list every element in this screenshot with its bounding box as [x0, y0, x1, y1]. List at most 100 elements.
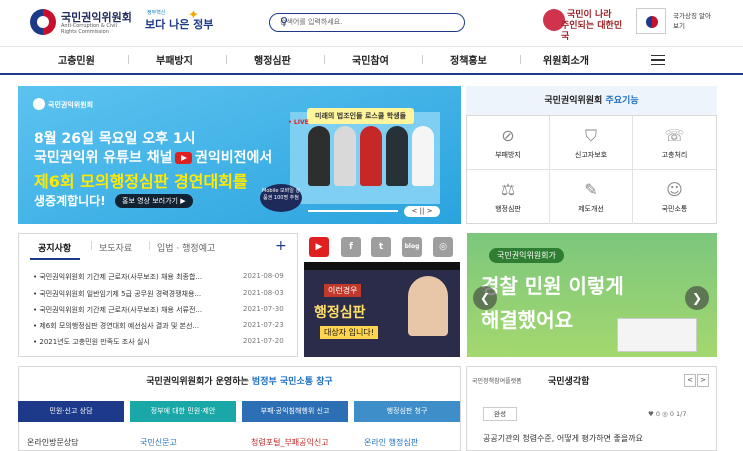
channel-report-button[interactable]: 부패·공익침해행위 신고	[242, 401, 348, 422]
notice-date: 2021-08-03	[243, 289, 284, 297]
mobile-voucher-badge: Mobile 모바일 상품권 100명 추첨	[260, 184, 302, 212]
banner-line2b: 권익비전에서	[195, 150, 273, 166]
facebook-icon[interactable]: f	[341, 237, 361, 257]
channel-consult-button[interactable]: 민원·신고 상담	[18, 401, 124, 422]
instagram-icon[interactable]: ◎	[433, 237, 453, 257]
edit-doc-icon: ✎	[584, 180, 598, 199]
next-page-icon[interactable]: >	[697, 374, 709, 387]
nav-item-about[interactable]: 위원회소개	[543, 52, 589, 67]
online-appeal-link[interactable]: 온라인 행정심판	[364, 437, 418, 448]
notice-title: 국민권익위원회 기간제 근로자(사무보조) 채용 서류전...	[39, 306, 203, 314]
function-label: 제도개선	[578, 205, 604, 213]
logo-subtitle: Anti-Corruption & Civil Rights Commissio…	[61, 23, 117, 35]
function-admin-appeal[interactable]: ⚖ 행정심판	[467, 170, 550, 224]
banner-line3: 제6회 모의행정심판 경연대회를	[34, 172, 248, 191]
video-caption-2: 행정심판	[314, 305, 366, 321]
rbanner-line2: 해결했어요	[481, 308, 573, 332]
rbanner-tag: 국민권익위원회가	[489, 248, 564, 263]
notice-date: 2021-07-23	[243, 321, 284, 329]
tab-press[interactable]: 보도자료	[99, 241, 132, 254]
tab-legislation[interactable]: 입법 · 행정예고	[157, 241, 215, 254]
no-corruption-icon: ⊘	[501, 126, 515, 145]
nav-divider	[520, 55, 521, 64]
main-functions-title: 국민권익위원회 주요기능	[466, 86, 717, 116]
blog-icon[interactable]: blog	[402, 237, 422, 257]
gov-slogan[interactable]: 보다 나은 정부	[145, 16, 213, 32]
nav-divider	[128, 55, 129, 64]
commission-logo-icon[interactable]	[30, 9, 56, 35]
sparkle-icon: ✦	[188, 8, 199, 23]
menu-icon[interactable]	[651, 55, 665, 65]
prev-page-icon[interactable]: <	[684, 374, 696, 387]
function-communication[interactable]: ☺ 국민소통	[633, 170, 716, 224]
functions-title-accent: 주요기능	[605, 96, 639, 106]
notice-row[interactable]: • 2021년도 고충민원 만족도 조사 실시	[33, 337, 233, 347]
search-input[interactable]: 검색어를 입력하세요. ⚲	[269, 13, 465, 32]
twitter-icon[interactable]: t	[371, 237, 391, 257]
notice-date: 2021-07-20	[243, 337, 284, 345]
main-banner[interactable]: 국민권익위원회 미래의 법조인들 로스쿨 학생들 • LIVE 8월 26일 목…	[18, 86, 461, 224]
notice-date: 2021-08-09	[243, 272, 284, 280]
function-label: 국민소통	[661, 205, 688, 213]
tab-divider: |	[148, 241, 152, 251]
nav-divider	[324, 55, 325, 64]
prev-arrow-icon[interactable]: ❮	[473, 286, 497, 310]
tab-notice[interactable]: 공지사항	[38, 241, 71, 254]
rbanner-line1: 경찰 민원 이렇게	[481, 274, 624, 298]
national-slogan: 국민이 나라 주인되는 대한민국	[543, 10, 629, 42]
status-badge: 완성	[483, 407, 517, 421]
student-figure	[386, 126, 408, 186]
banner-logo: 국민권익위원회	[31, 98, 93, 110]
presenter-image	[408, 276, 448, 336]
nav-item-policy-pr[interactable]: 정책홍보	[450, 52, 487, 67]
nav-item-admin-appeal[interactable]: 행정심판	[254, 52, 291, 67]
nav-item-grievance[interactable]: 고충민원	[58, 52, 95, 67]
function-reporter-protection[interactable]: ⛉ 신고자보호	[550, 116, 633, 170]
shield-icon: ⛉	[584, 126, 597, 145]
notice-row[interactable]: • 국민권익위원회 기간제 근로자(사무보조) 채용 서류전...	[33, 305, 233, 315]
banner-line4: 생중계합니다!	[34, 194, 106, 208]
think-platform-label: 국민정책참여플랫폼	[472, 378, 522, 385]
promo-video-button[interactable]: 홍보 영상 보러가기 ▶	[115, 194, 193, 208]
channel-proposal-button[interactable]: 정부에 대한 민원·제안	[130, 401, 236, 422]
youtube-icon[interactable]: ▶	[309, 237, 329, 257]
banner-tag: 미래의 법조인들 로스쿨 학생들	[307, 108, 415, 124]
sinmungo-link[interactable]: 국민신문고	[140, 437, 177, 448]
function-grievance[interactable]: ☏ 고충처리	[633, 116, 716, 170]
student-figure	[334, 126, 356, 186]
notice-title: 국민권익위원회 일반임기제 5급 공무원 경력경쟁채용...	[39, 290, 202, 298]
function-label: 행정심판	[495, 205, 521, 213]
notice-title: 2021년도 고충민원 만족도 조사 실시	[39, 338, 150, 346]
search-icon[interactable]: ⚲	[280, 15, 458, 28]
function-label: 부패방지	[495, 151, 521, 159]
student-figure	[360, 126, 382, 186]
national-symbol-link[interactable]: 국가상징 알아보기	[673, 11, 713, 31]
think-stats: ♥ 0 ◎ 0 1/7	[648, 410, 687, 418]
notice-row[interactable]: • 제6회 모의행정심판 경연대회 예선심사 결과 및 본선...	[33, 321, 233, 331]
gov-innovation-label: 정부혁신	[147, 10, 166, 16]
national-flag-icon[interactable]	[636, 8, 666, 34]
notice-title: 국민권익위원회 기간제 근로자(사무보조) 채용 최종합...	[39, 273, 203, 281]
nav-divider	[226, 55, 227, 64]
notice-row[interactable]: • 국민권익위원회 기간제 근로자(사무보조) 채용 최종합...	[33, 272, 233, 282]
nav-item-participation[interactable]: 국민참여	[352, 52, 389, 67]
more-button[interactable]: +	[275, 238, 287, 254]
nav-item-anticorruption[interactable]: 부패방지	[156, 52, 193, 67]
online-consult-link[interactable]: 온라인방문상담	[27, 437, 79, 448]
think-question[interactable]: 공공기관의 청렴수준, 어떻게 평가하면 좋을까요	[483, 433, 643, 444]
channel-appeal-button[interactable]: 행정심판 청구	[354, 401, 460, 422]
integrity-portal-link[interactable]: 청렴포털_부패공익신고	[251, 437, 329, 448]
channels-title: 국민권익위원회가 운영하는 범정부 국민소통 창구	[18, 374, 461, 387]
function-anticorruption[interactable]: ⊘ 부패방지	[467, 116, 550, 170]
police-station-image	[617, 318, 697, 352]
slogan-line1: 국민이 나라	[567, 10, 612, 20]
student-figure	[412, 126, 434, 186]
next-arrow-icon[interactable]: ❯	[685, 286, 709, 310]
function-system-improvement[interactable]: ✎ 제도개선	[550, 170, 633, 224]
promo-video-thumbnail[interactable]: 이런경우 행정심판 대상자 입니다!	[304, 262, 460, 357]
banner-controls[interactable]: < || >	[404, 206, 440, 217]
video-top-bar	[304, 262, 460, 270]
youtube-icon	[175, 152, 192, 164]
think-title[interactable]: 국민생각함	[548, 374, 589, 387]
notice-row[interactable]: • 국민권익위원회 일반임기제 5급 공무원 경력경쟁채용...	[33, 289, 233, 299]
